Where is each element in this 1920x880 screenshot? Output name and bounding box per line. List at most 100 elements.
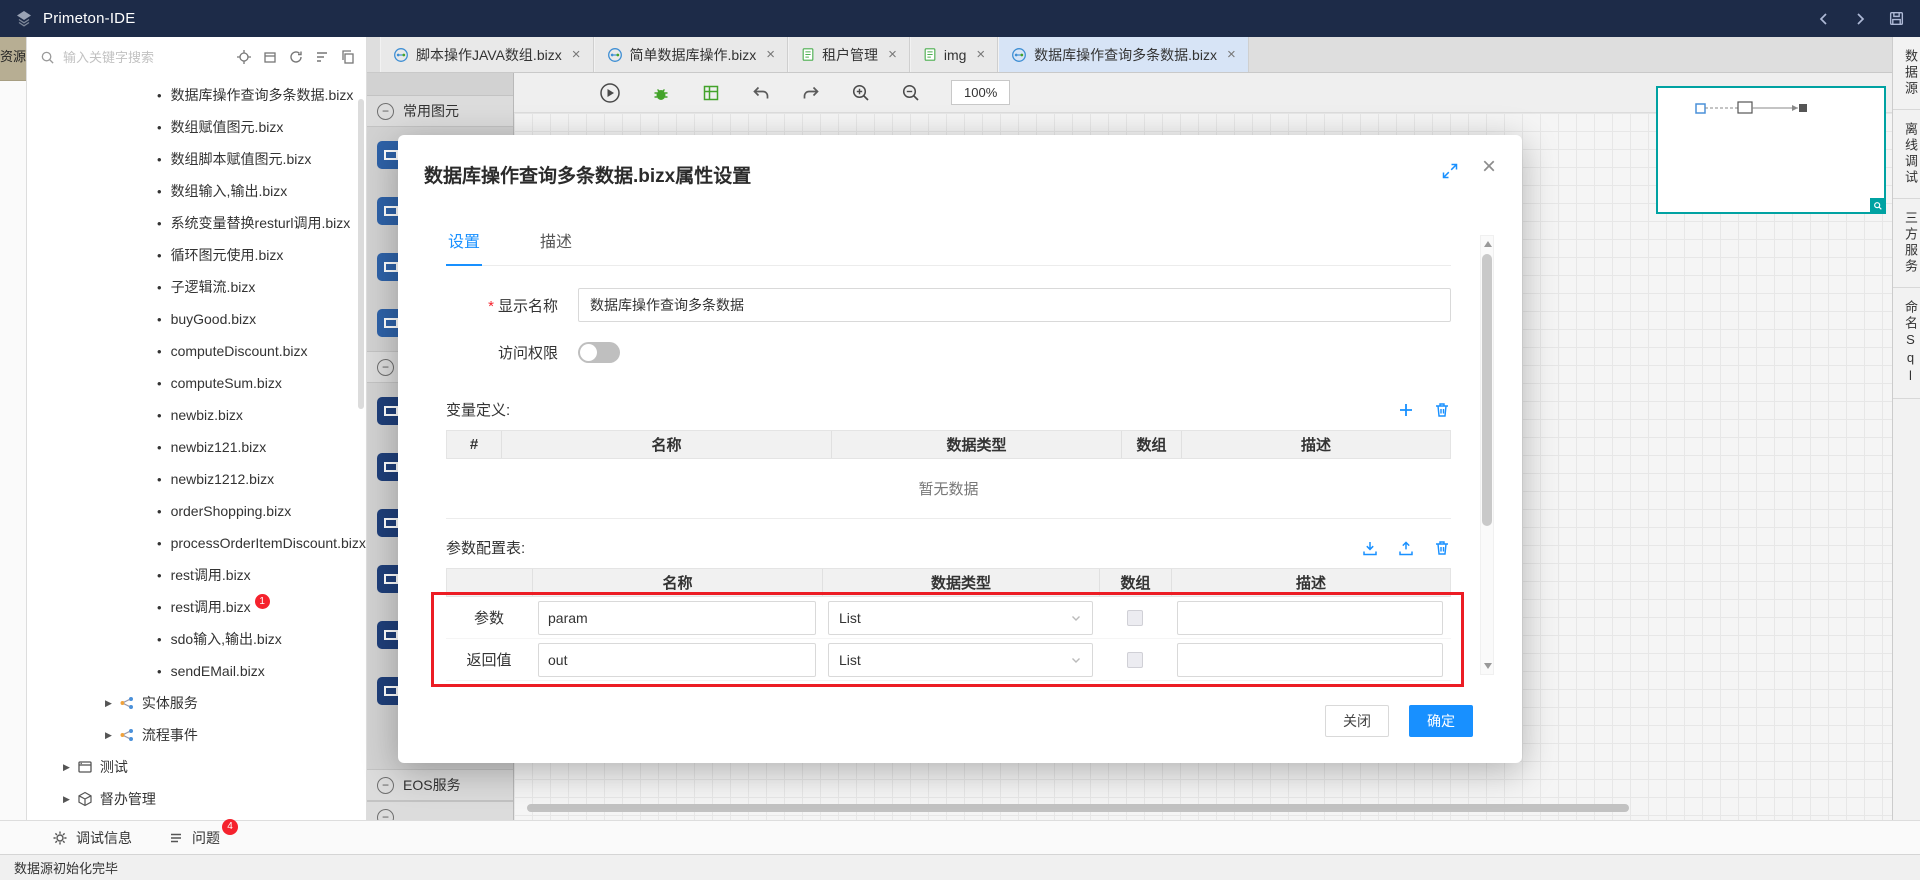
tree-item-file[interactable]: • 数组输入,输出.bizx: [27, 175, 366, 207]
data-table-icon[interactable]: [701, 83, 721, 103]
export-icon[interactable]: [1397, 539, 1415, 557]
tab-close-icon[interactable]: ×: [1227, 47, 1236, 62]
fullscreen-icon[interactable]: [1442, 163, 1458, 179]
tree-item-file[interactable]: • computeSum.bizx: [27, 367, 366, 399]
tree-item-file[interactable]: • 数据库操作查询多条数据.bizx: [27, 79, 366, 111]
tree-item-file[interactable]: • 系统变量替换resturl调用.bizx: [27, 207, 366, 239]
tree-item-file[interactable]: • rest调用.bizx: [27, 559, 366, 591]
close-icon[interactable]: ×: [1482, 155, 1496, 179]
editor-tab[interactable]: img ×: [909, 37, 999, 72]
strip-tab-third-party[interactable]: 三方服务: [1893, 199, 1920, 288]
collapse-icon[interactable]: −: [377, 358, 394, 376]
tab-close-icon[interactable]: ×: [766, 47, 775, 62]
resources-strip-tab[interactable]: 资源: [0, 37, 26, 81]
tree-item-file[interactable]: • newbiz121.bizx: [27, 431, 366, 463]
dialog-scrollbar[interactable]: [1480, 235, 1494, 675]
zoom-level[interactable]: 100%: [951, 80, 1011, 105]
bullet-icon: •: [157, 375, 162, 391]
delete-variable-icon[interactable]: [1433, 401, 1451, 419]
tree-item-file[interactable]: • 数组脚本赋值图元.bizx: [27, 143, 366, 175]
editor-tab-active[interactable]: 数据库操作查询多条数据.bizx ×: [998, 37, 1249, 72]
strip-tab-offline-debug[interactable]: 离线调试: [1893, 110, 1920, 199]
save-icon[interactable]: [1886, 9, 1906, 29]
close-button[interactable]: 关闭: [1325, 705, 1389, 737]
tree-item-folder[interactable]: ▶ 实体服务: [27, 687, 366, 719]
tree-item-file[interactable]: • buyGood.bizx: [27, 303, 366, 335]
package-icon[interactable]: [261, 49, 278, 66]
horizontal-scrollbar[interactable]: [527, 804, 1629, 812]
tree-item-file[interactable]: • computeDiscount.bizx: [27, 335, 366, 367]
tab-description[interactable]: 描述: [538, 218, 574, 265]
strip-tab-datasource[interactable]: 数据源: [1893, 37, 1920, 110]
confirm-button[interactable]: 确定: [1409, 705, 1473, 737]
palette-group-common[interactable]: − 常用图元: [367, 95, 513, 127]
problems-tab[interactable]: 问题 4: [168, 818, 238, 848]
param-array-checkbox[interactable]: [1127, 609, 1143, 626]
collapse-icon[interactable]: −: [377, 776, 394, 794]
tree-item-file[interactable]: • 子逻辑流.bizx: [27, 271, 366, 303]
tree-item-file[interactable]: • rest调用.bizx 1: [27, 591, 366, 623]
nav-back-icon[interactable]: [1814, 9, 1834, 29]
minimap[interactable]: [1656, 86, 1886, 214]
tree-item-file[interactable]: • newbiz.bizx: [27, 399, 366, 431]
tree-item-file[interactable]: • sendEMail.bizx: [27, 655, 366, 687]
param-name-input[interactable]: [538, 600, 816, 635]
collapse-icon[interactable]: −: [377, 808, 394, 820]
scroll-up-icon[interactable]: [1484, 241, 1492, 247]
collapse-icon[interactable]: −: [377, 102, 394, 120]
import-icon[interactable]: [1361, 539, 1379, 557]
tree-item-root[interactable]: ▶ 督办管理: [27, 783, 366, 815]
editor-tab[interactable]: 简单数据库操作.bizx ×: [593, 37, 789, 72]
add-variable-icon[interactable]: [1397, 401, 1415, 419]
run-icon[interactable]: [599, 82, 621, 104]
tree-scrollbar[interactable]: [358, 99, 364, 409]
tab-close-icon[interactable]: ×: [572, 47, 581, 62]
tree-item-folder[interactable]: ▶ 流程事件: [27, 719, 366, 751]
palette-group-label: 常用图元: [403, 103, 459, 119]
locate-icon[interactable]: [235, 49, 252, 66]
palette-group-eos[interactable]: − EOS服务: [367, 769, 513, 801]
minimap-zoom-handle[interactable]: [1870, 198, 1886, 214]
redo-icon[interactable]: [801, 83, 821, 103]
param-desc-input[interactable]: [1177, 642, 1443, 677]
sidebar-search-row: [27, 37, 366, 77]
search-input[interactable]: [63, 49, 228, 65]
strip-tab-named-sql[interactable]: 命名Sql: [1893, 288, 1920, 399]
sort-icon[interactable]: [313, 49, 330, 66]
bullet-icon: •: [157, 535, 162, 551]
nav-forward-icon[interactable]: [1850, 9, 1870, 29]
tab-settings[interactable]: 设置: [446, 218, 483, 266]
param-name-input[interactable]: [538, 642, 816, 677]
tree-item-root[interactable]: ▶ 测试: [27, 751, 366, 783]
zoom-out-icon[interactable]: [901, 83, 921, 103]
access-toggle[interactable]: [578, 342, 620, 363]
palette-group-partial[interactable]: −: [367, 801, 513, 820]
copy-icon[interactable]: [339, 49, 356, 66]
tree-item-file[interactable]: • processOrderItemDiscount.bizx: [27, 527, 366, 559]
tree-item-file[interactable]: • sdo输入,输出.bizx: [27, 623, 366, 655]
param-array-checkbox[interactable]: [1127, 651, 1143, 668]
scroll-down-icon[interactable]: [1484, 663, 1492, 669]
undo-icon[interactable]: [751, 83, 771, 103]
param-type-select[interactable]: List: [828, 642, 1093, 677]
delete-param-icon[interactable]: [1433, 539, 1451, 557]
editor-tab[interactable]: 脚本操作JAVA数组.bizx ×: [380, 37, 594, 72]
dialog-tabs: 设置 描述: [446, 218, 1451, 266]
tree-item-file[interactable]: • newbiz1212.bizx: [27, 463, 366, 495]
editor-tab[interactable]: 租户管理 ×: [788, 37, 910, 72]
debug-info-tab[interactable]: 调试信息: [52, 828, 132, 848]
param-desc-input[interactable]: [1177, 600, 1443, 635]
file-label: 循环图元使用.bizx: [170, 247, 284, 263]
tab-close-icon[interactable]: ×: [888, 47, 897, 62]
tree-item-file[interactable]: • 循环图元使用.bizx: [27, 239, 366, 271]
zoom-in-icon[interactable]: [851, 83, 871, 103]
tree-item-file[interactable]: • orderShopping.bizx: [27, 495, 366, 527]
scroll-thumb[interactable]: [1482, 254, 1492, 526]
debug-icon[interactable]: [651, 83, 671, 103]
tree-item-file[interactable]: • 数组赋值图元.bizx: [27, 111, 366, 143]
tab-close-icon[interactable]: ×: [976, 47, 985, 62]
display-name-input[interactable]: [578, 288, 1451, 322]
param-row-label: 返回值: [466, 652, 512, 669]
refresh-icon[interactable]: [287, 49, 304, 66]
param-type-select[interactable]: List: [828, 600, 1093, 635]
